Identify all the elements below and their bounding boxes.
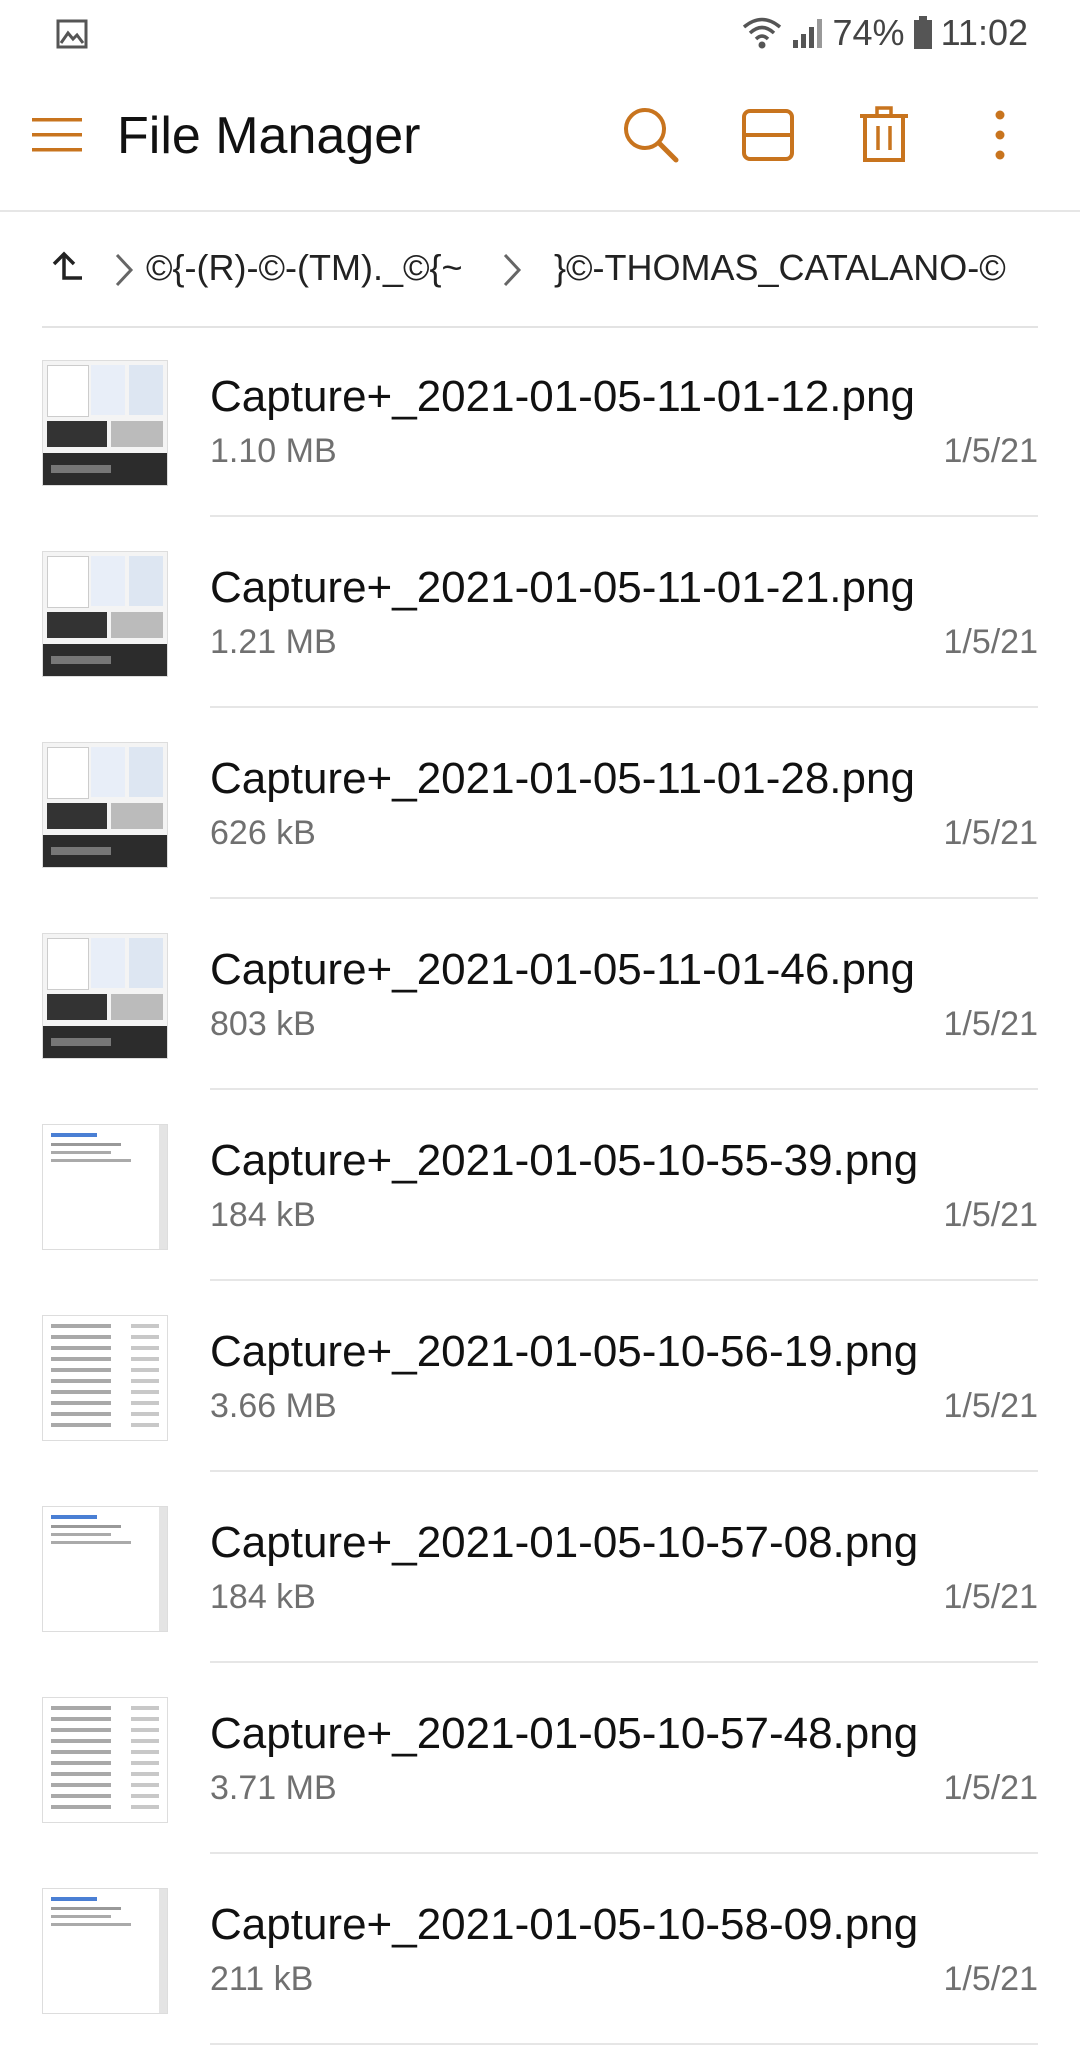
file-name: Capture+_2021-01-05-11-01-28.png <box>210 754 915 803</box>
clock: 11:02 <box>940 12 1028 53</box>
file-name: Capture+_2021-01-05-10-56-19.png <box>210 1327 919 1376</box>
file-thumbnail <box>42 551 168 677</box>
file-thumbnail <box>42 1888 168 2014</box>
breadcrumb: ©{-(R)-©-(TM)._©{~ }©-THOMAS_CATALANO-© <box>42 212 1038 328</box>
file-list-item[interactable]: Capture+_2021-01-05-10-57-48.png 3.71 MB 1… <box>0 1663 1080 1854</box>
breadcrumb-segment-current[interactable]: }©-THOMAS_CATALANO-© <box>554 246 1006 290</box>
file-size: 184 kB <box>210 1196 316 1234</box>
file-list-item[interactable]: Capture+_2021-01-05-10-56-19.png 3.66 MB 1… <box>0 1281 1080 1472</box>
file-size: 211 kB <box>210 1960 314 1998</box>
file-name: Capture+_2021-01-05-11-01-46.png <box>210 945 915 994</box>
menu-icon[interactable] <box>30 108 84 162</box>
battery-icon <box>913 16 933 50</box>
parent-folder-icon[interactable] <box>48 248 88 288</box>
file-thumbnail <box>42 1506 168 1632</box>
file-thumbnail <box>42 360 168 486</box>
file-size: 3.71 MB <box>210 1769 337 1807</box>
file-list-item[interactable]: Capture+_2021-01-05-11-01-46.png 803 kB 1/… <box>0 899 1080 1090</box>
file-date: 1/5/21 <box>943 1387 1038 1425</box>
battery-percent: 74% <box>832 12 905 53</box>
wifi-icon <box>741 16 783 50</box>
search-icon[interactable] <box>618 102 684 168</box>
file-list-item[interactable]: Capture+_2021-01-05-10-57-08.png 184 kB 1/… <box>0 1472 1080 1663</box>
breadcrumb-segment[interactable]: ©{-(R)-©-(TM)._©{~ <box>146 246 463 290</box>
file-name: Capture+_2021-01-05-10-57-08.png <box>210 1518 919 1567</box>
file-date: 1/5/21 <box>943 814 1038 852</box>
file-date: 1/5/21 <box>943 1769 1038 1807</box>
file-list: Capture+_2021-01-05-11-01-12.png 1.10 MB 1… <box>0 326 1080 2045</box>
file-name: Capture+_2021-01-05-10-57-48.png <box>210 1709 919 1758</box>
file-date: 1/5/21 <box>943 623 1038 661</box>
image-notification-icon <box>56 18 88 50</box>
file-thumbnail <box>42 742 168 868</box>
chevron-right-icon <box>500 250 524 290</box>
file-date: 1/5/21 <box>943 432 1038 470</box>
file-name: Capture+_2021-01-05-10-55-39.png <box>210 1136 919 1185</box>
file-date: 1/5/21 <box>943 1578 1038 1616</box>
app-toolbar: File Manager <box>0 66 1080 212</box>
file-size: 626 kB <box>210 814 316 852</box>
file-size: 3.66 MB <box>210 1387 337 1425</box>
file-list-item[interactable]: Capture+_2021-01-05-10-55-39.png 184 kB 1/… <box>0 1090 1080 1281</box>
file-list-item[interactable]: Capture+_2021-01-05-11-01-21.png 1.21 MB 1… <box>0 517 1080 708</box>
file-list-item[interactable]: Capture+_2021-01-05-11-01-28.png 626 kB 1/… <box>0 708 1080 899</box>
file-name: Capture+_2021-01-05-11-01-21.png <box>210 563 915 612</box>
file-name: Capture+_2021-01-05-11-01-12.png <box>210 372 915 421</box>
file-size: 184 kB <box>210 1578 316 1616</box>
cellular-signal-icon <box>791 16 825 50</box>
chevron-right-icon <box>112 250 136 290</box>
file-thumbnail <box>42 933 168 1059</box>
status-indicators: 74% 11:02 <box>741 8 1028 58</box>
file-list-item[interactable]: Capture+_2021-01-05-11-01-12.png 1.10 MB 1… <box>0 326 1080 517</box>
status-bar: 74% 11:02 <box>0 0 1080 66</box>
file-thumbnail <box>42 1315 168 1441</box>
file-thumbnail <box>42 1124 168 1250</box>
file-size: 1.21 MB <box>210 623 337 661</box>
file-date: 1/5/21 <box>943 1005 1038 1043</box>
file-size: 1.10 MB <box>210 432 337 470</box>
trash-icon[interactable] <box>851 102 917 168</box>
more-vert-icon[interactable] <box>967 102 1033 168</box>
file-name: Capture+_2021-01-05-10-58-09.png <box>210 1900 919 1949</box>
file-size: 803 kB <box>210 1005 316 1043</box>
file-list-item[interactable]: Capture+_2021-01-05-10-58-09.png 211 kB 1/… <box>0 1854 1080 2045</box>
file-date: 1/5/21 <box>943 1196 1038 1234</box>
view-layout-icon[interactable] <box>735 102 801 168</box>
file-thumbnail <box>42 1697 168 1823</box>
file-date: 1/5/21 <box>943 1960 1038 1998</box>
page-title: File Manager <box>117 107 421 165</box>
